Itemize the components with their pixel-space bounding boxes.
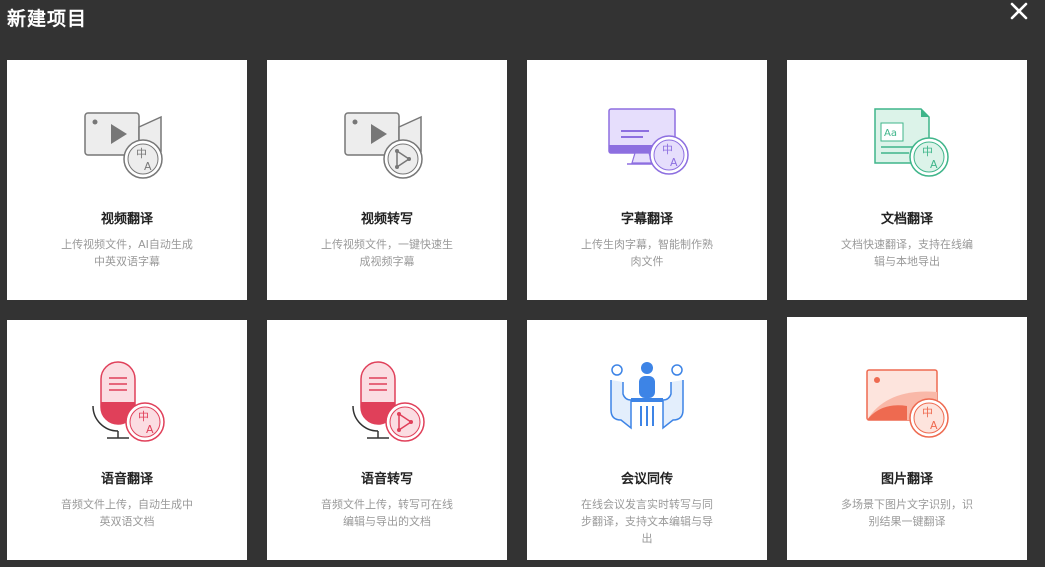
card-description: 在线会议发言实时转写与同步翻译，支持文本编辑与导出	[581, 498, 713, 545]
card-audio-translate[interactable]: 中 A 语音翻译 音频文件上传，自动生成中英双语文档	[7, 320, 247, 560]
audio-transcribe-icon	[267, 358, 507, 448]
audio-translate-icon: 中 A	[7, 358, 247, 448]
card-title: 字幕翻译	[620, 212, 673, 227]
card-description: 上传视频文件，AI自动生成中英双语字幕	[61, 238, 193, 268]
card-description: 上传生肉字幕，智能制作熟肉文件	[581, 238, 713, 268]
svg-text:中: 中	[662, 143, 673, 156]
card-video-transcribe[interactable]: 视频转写 上传视频文件，一键快速生成视频字幕	[267, 60, 507, 300]
svg-text:A: A	[930, 158, 938, 171]
video-transcribe-icon	[267, 98, 507, 188]
card-document-translate[interactable]: Aa 中 A 文档翻译 文档快速翻译，支持在线编辑与本地导出	[787, 60, 1027, 300]
meeting-interpret-icon	[527, 358, 767, 448]
card-description: 音频文件上传，转写可在线编辑与导出的文档	[321, 498, 453, 528]
svg-text:中: 中	[922, 145, 933, 158]
svg-text:Aa: Aa	[884, 128, 897, 139]
card-title: 视频转写	[360, 212, 413, 227]
close-button[interactable]	[1007, 0, 1031, 24]
new-project-dialog: 新建项目 中 A 视频翻译 上传视频文件，AI自动生成中英双语字幕 视频转写 上…	[0, 0, 1045, 567]
card-title: 视频翻译	[100, 212, 153, 227]
svg-text:中: 中	[138, 410, 149, 423]
card-description: 音频文件上传，自动生成中英双语文档	[61, 498, 193, 528]
card-audio-transcribe[interactable]: 语音转写 音频文件上传，转写可在线编辑与导出的文档	[267, 320, 507, 560]
card-image-translate[interactable]: 中 A 图片翻译 多场景下图片文字识别，识别结果一键翻译	[787, 317, 1027, 560]
card-description: 文档快速翻译，支持在线编辑与本地导出	[841, 238, 973, 268]
image-translate-icon: 中 A	[787, 358, 1027, 448]
card-description: 上传视频文件，一键快速生成视频字幕	[321, 238, 453, 268]
svg-text:A: A	[670, 156, 678, 169]
svg-text:A: A	[930, 419, 938, 432]
svg-text:A: A	[146, 423, 154, 436]
video-translate-icon: 中 A	[7, 98, 247, 188]
card-subtitle-translate[interactable]: 中 A 字幕翻译 上传生肉字幕，智能制作熟肉文件	[527, 60, 767, 300]
subtitle-translate-icon: 中 A	[527, 98, 767, 188]
svg-text:中: 中	[922, 406, 933, 419]
card-title: 语音转写	[360, 472, 413, 487]
document-translate-icon: Aa 中 A	[787, 98, 1027, 188]
card-title: 文档翻译	[880, 212, 933, 227]
svg-text:中: 中	[136, 147, 147, 160]
svg-text:A: A	[144, 160, 152, 173]
card-title: 图片翻译	[880, 472, 933, 487]
card-video-translate[interactable]: 中 A 视频翻译 上传视频文件，AI自动生成中英双语字幕	[7, 60, 247, 300]
card-title: 语音翻译	[100, 472, 153, 487]
card-description: 多场景下图片文字识别，识别结果一键翻译	[841, 498, 973, 528]
card-meeting-interpret[interactable]: 会议同传 在线会议发言实时转写与同步翻译，支持文本编辑与导出	[527, 320, 767, 560]
dialog-title: 新建项目	[7, 8, 88, 30]
close-icon	[1010, 2, 1028, 20]
card-title: 会议同传	[620, 472, 673, 487]
